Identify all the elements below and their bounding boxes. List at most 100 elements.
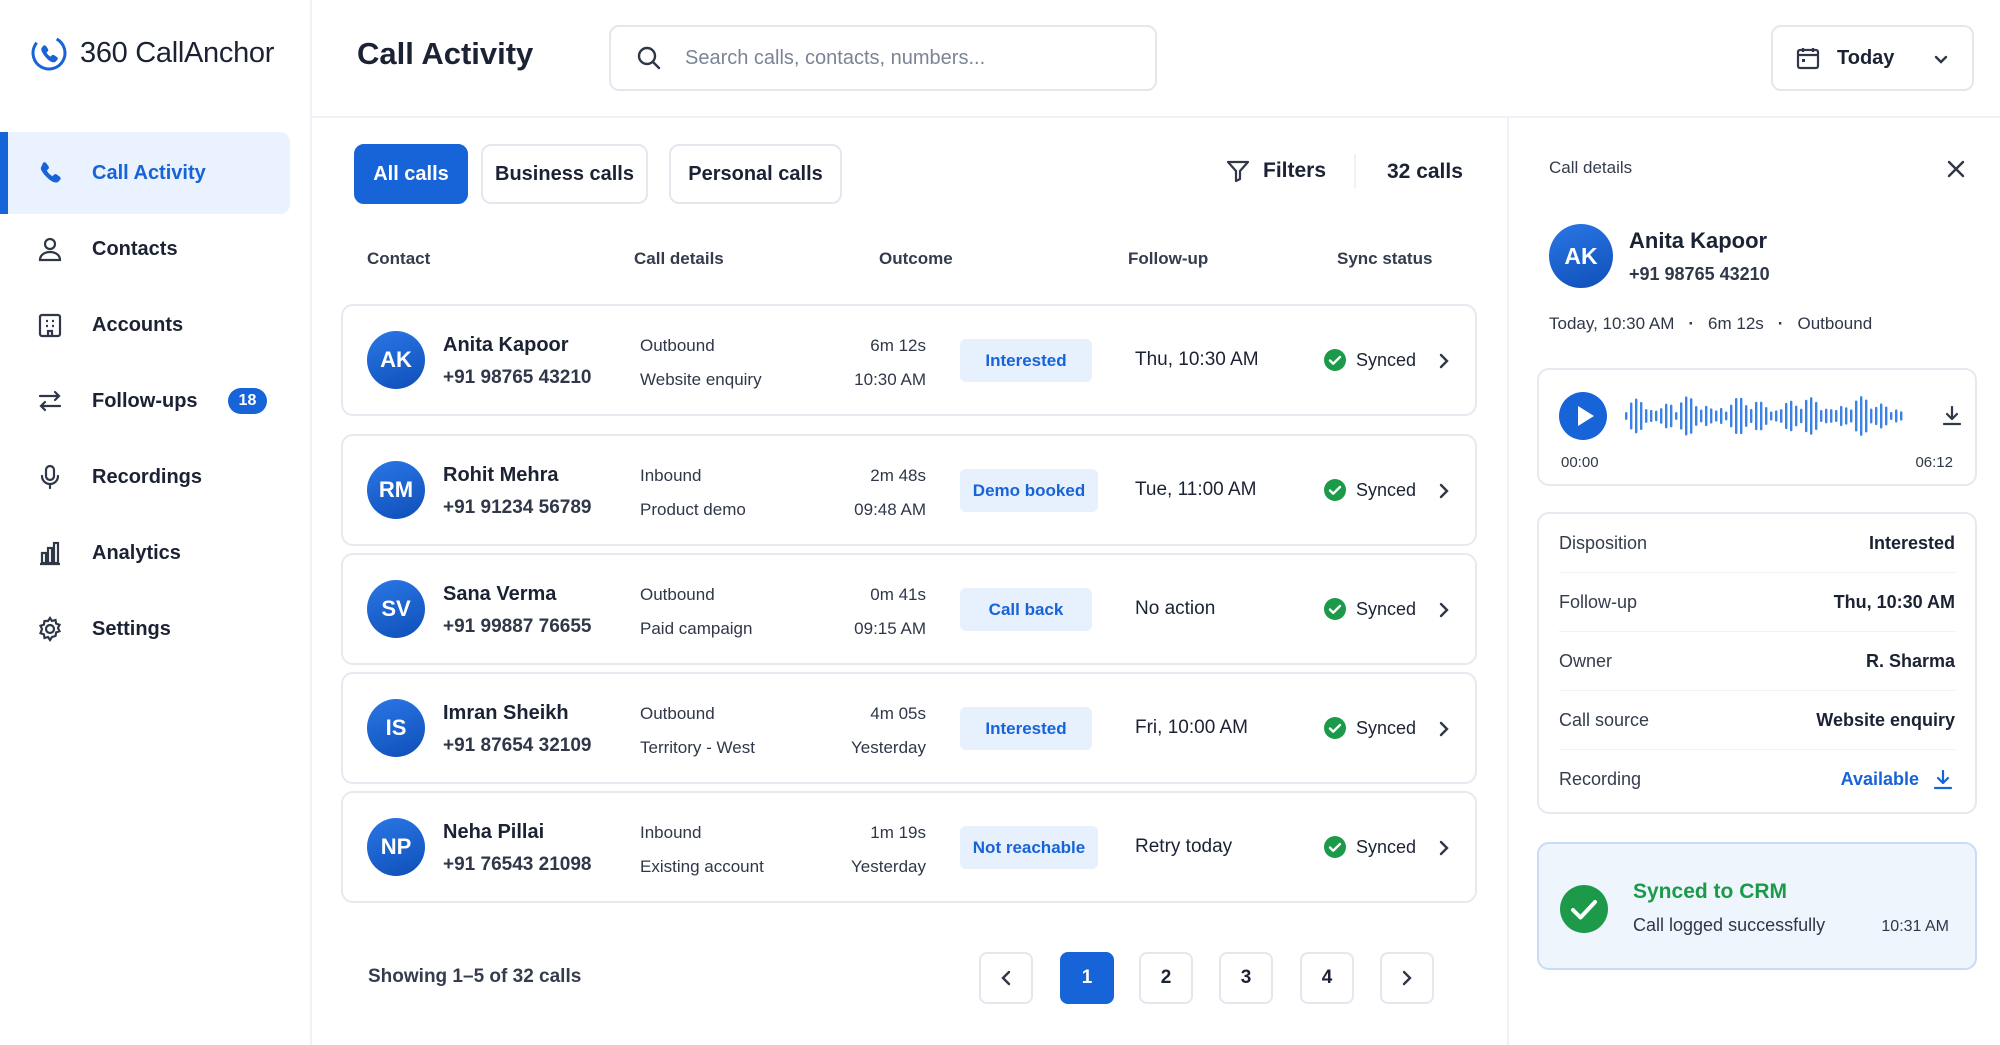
download-icon[interactable] (1940, 404, 1964, 428)
separator: · (1688, 314, 1695, 333)
waveform-bar (1895, 409, 1898, 423)
search-icon (635, 44, 663, 72)
pagination-page-2[interactable]: 2 (1139, 952, 1193, 1004)
column-header-sync-status[interactable]: Sync status (1337, 249, 1432, 269)
chevron-down-icon (1932, 51, 1950, 69)
separator: · (1777, 314, 1784, 333)
call-source: Product demo (640, 500, 746, 519)
avatar: NP (367, 818, 425, 876)
sidebar-item-settings[interactable]: Settings (0, 588, 312, 670)
pagination-prev-button[interactable] (979, 952, 1033, 1004)
recording-download-link[interactable]: Available (1841, 768, 1955, 792)
date-filter-dropdown[interactable]: Today (1771, 25, 1974, 91)
filters-button[interactable]: Filters (1225, 158, 1326, 184)
search-box[interactable] (609, 25, 1157, 91)
pagination-page-3[interactable]: 3 (1219, 952, 1273, 1004)
table-row[interactable]: RM Rohit Mehra +91 91234 56789 Inbound P… (341, 434, 1477, 546)
call-count: 32 calls (1387, 160, 1463, 183)
sidebar-item-call-activity[interactable]: Call Activity (0, 132, 290, 214)
column-header-follow-up[interactable]: Follow-up (1128, 249, 1208, 269)
check-circle-icon (1559, 884, 1609, 934)
sidebar-item-contacts[interactable]: Contacts (0, 208, 312, 290)
call-time: 09:15 AM (854, 619, 926, 638)
waveform-bar (1840, 405, 1843, 427)
waveform-bar (1860, 396, 1863, 436)
sync-card-subtitle: Call logged successfully (1633, 915, 1826, 935)
contact-phone: +91 76543 21098 (443, 854, 592, 875)
waveform-bar (1640, 401, 1643, 431)
waveform[interactable] (1625, 392, 1905, 440)
waveform-bar (1710, 408, 1713, 424)
tab-personal-calls[interactable]: Personal calls (669, 144, 842, 204)
check-circle-icon (1323, 835, 1347, 859)
waveform-bar (1725, 411, 1728, 421)
sidebar-item-analytics[interactable]: Analytics (0, 512, 312, 594)
column-header-outcome[interactable]: Outcome (879, 249, 953, 269)
play-button[interactable] (1559, 392, 1607, 440)
call-source: Territory - West (640, 738, 755, 757)
chevron-right-icon[interactable] (1435, 601, 1453, 619)
table-row[interactable]: NP Neha Pillai +91 76543 21098 Inbound E… (341, 791, 1477, 903)
waveform-bar (1820, 409, 1823, 423)
sidebar: 360 CallAnchor Call Activity Contacts Ac… (0, 0, 312, 1045)
contact-phone: +91 98765 43210 (1629, 264, 1770, 284)
divider (1354, 154, 1356, 188)
column-header-contact[interactable]: Contact (367, 249, 430, 269)
waveform-bar (1800, 408, 1803, 424)
crm-sync-card: Synced to CRM Call logged successfully 1… (1537, 842, 1977, 970)
sidebar-item-label: Contacts (92, 237, 178, 260)
contact-name: Neha Pillai (443, 821, 545, 843)
panel-title: Call details (1549, 158, 1633, 177)
info-value: Available (1840, 769, 1919, 789)
contact-name: Imran Sheikh (443, 702, 569, 724)
waveform-bar (1885, 406, 1888, 426)
tab-business-calls[interactable]: Business calls (481, 144, 648, 204)
call-datetime: Today, 10:30 AM (1549, 314, 1675, 333)
call-details-panel: Call details AK Anita Kapoor +91 98765 4… (1507, 118, 2000, 1045)
playback-end-time: 06:12 (1915, 454, 1953, 471)
call-source: Paid campaign (640, 619, 753, 638)
waveform-bar (1770, 411, 1773, 421)
chevron-right-icon[interactable] (1435, 352, 1453, 370)
chevron-right-icon[interactable] (1435, 482, 1453, 500)
waveform-bar (1705, 405, 1708, 427)
waveform-bar (1675, 411, 1678, 421)
call-direction: Outbound (640, 704, 715, 723)
table-row[interactable]: IS Imran Sheikh +91 87654 32109 Outbound… (341, 672, 1477, 784)
sync-status-label: Synced (1356, 598, 1417, 619)
column-header-call-details[interactable]: Call details (634, 249, 724, 269)
waveform-bar (1890, 411, 1893, 421)
search-input[interactable] (685, 46, 1115, 70)
waveform-bar (1815, 401, 1818, 431)
table-row[interactable]: SV Sana Verma +91 99887 76655 Outbound P… (341, 553, 1477, 665)
sync-status: Synced (1323, 716, 1416, 740)
waveform-bar (1715, 410, 1718, 422)
pagination-next-button[interactable] (1380, 952, 1434, 1004)
call-source: Existing account (640, 857, 764, 876)
chevron-right-icon[interactable] (1435, 720, 1453, 738)
waveform-bar (1625, 412, 1628, 420)
sidebar-item-accounts[interactable]: Accounts (0, 284, 312, 366)
tab-all-calls[interactable]: All calls (354, 144, 468, 204)
outcome-badge: Not reachable (960, 826, 1098, 869)
follow-up-time: Thu, 10:30 AM (1135, 349, 1259, 370)
chevron-right-icon[interactable] (1435, 839, 1453, 857)
table-row[interactable]: AK Anita Kapoor +91 98765 43210 Outbound… (341, 304, 1477, 416)
brand[interactable]: 360 CallAnchor (30, 34, 274, 72)
waveform-bar (1635, 398, 1638, 434)
avatar: AK (1549, 224, 1613, 288)
pagination-page-4[interactable]: 4 (1300, 952, 1354, 1004)
outcome-badge: Interested (960, 707, 1092, 750)
contact-name: Anita Kapoor (443, 334, 569, 356)
pagination-page-1[interactable]: 1 (1060, 952, 1114, 1004)
close-icon[interactable] (1945, 158, 1967, 180)
waveform-bar (1750, 408, 1753, 424)
waveform-bar (1690, 398, 1693, 434)
waveform-bar (1830, 409, 1833, 423)
call-list-panel: All calls Business calls Personal calls … (312, 118, 1507, 1045)
playback-start-time: 00:00 (1561, 454, 1599, 471)
avatar: AK (367, 331, 425, 389)
sidebar-item-follow-ups[interactable]: Follow-ups 18 (0, 360, 312, 442)
sidebar-item-recordings[interactable]: Recordings (0, 436, 312, 518)
waveform-bar (1875, 406, 1878, 426)
